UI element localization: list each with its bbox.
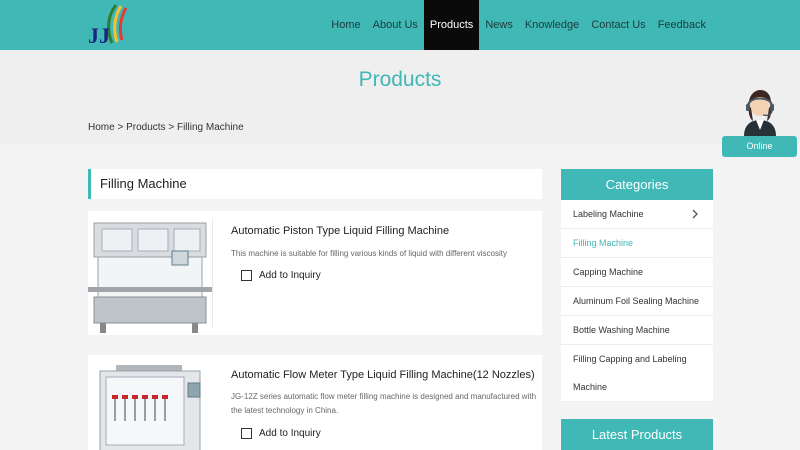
divider — [212, 219, 213, 327]
product-image[interactable] — [88, 211, 212, 335]
nav-home[interactable]: Home — [325, 0, 366, 50]
breadcrumb-separator: > — [117, 122, 124, 133]
nav-news[interactable]: News — [479, 0, 519, 50]
category-item-bottle-washing-machine[interactable]: Bottle Washing Machine — [561, 316, 713, 345]
checkbox-icon[interactable] — [241, 270, 252, 281]
category-label: Filling Machine — [573, 238, 634, 248]
product-description: JG-12Z series automatic flow meter filli… — [231, 392, 537, 415]
breadcrumb-products[interactable]: Products — [126, 122, 165, 133]
support-agent-icon[interactable] — [734, 86, 786, 136]
section-heading: Filling Machine — [88, 169, 542, 199]
add-to-inquiry-label: Add to Inquiry — [259, 428, 321, 439]
category-item-filling-machine[interactable]: Filling Machine — [561, 229, 713, 258]
category-label: Labeling Machine — [573, 209, 644, 219]
add-to-inquiry[interactable]: Add to Inquiry — [241, 270, 321, 281]
checkbox-icon[interactable] — [241, 428, 252, 439]
category-item-filling-capping-labeling[interactable]: Filling Capping and Labeling Machine — [561, 345, 713, 402]
category-label: Bottle Washing Machine — [573, 325, 670, 335]
site-header: JJ Home About Us Products News Knowledge… — [0, 0, 800, 50]
category-label: Aluminum Foil Sealing Machine — [573, 296, 700, 306]
product-description: This machine is suitable for filling var… — [231, 249, 507, 258]
logo-icon[interactable]: JJ — [86, 3, 132, 47]
page-banner: Products Home > Products > Filling Machi… — [0, 50, 800, 144]
category-item-capping-machine[interactable]: Capping Machine — [561, 258, 713, 287]
product-title[interactable]: Automatic Piston Type Liquid Filling Mac… — [231, 225, 449, 237]
breadcrumb: Home > Products > Filling Machine — [88, 122, 244, 133]
breadcrumb-separator: > — [168, 122, 175, 133]
section-title: Filling Machine — [100, 176, 187, 191]
category-item-labeling-machine[interactable]: Labeling Machine — [561, 200, 713, 229]
breadcrumb-current: Filling Machine — [176, 122, 244, 133]
nav-products[interactable]: Products — [423, 0, 480, 50]
categories-heading: Categories — [561, 169, 713, 200]
product-title[interactable]: Automatic Flow Meter Type Liquid Filling… — [231, 369, 535, 381]
product-card: Automatic Flow Meter Type Liquid Filling… — [88, 355, 542, 450]
online-chat-button[interactable]: Online — [722, 136, 797, 157]
svg-text:JJ: JJ — [88, 23, 110, 47]
category-label: Capping Machine — [573, 267, 644, 277]
product-card: Automatic Piston Type Liquid Filling Mac… — [88, 211, 542, 335]
nav-contact-us[interactable]: Contact Us — [585, 0, 651, 50]
add-to-inquiry-label: Add to Inquiry — [259, 270, 321, 281]
category-item-aluminum-foil-sealing-machine[interactable]: Aluminum Foil Sealing Machine — [561, 287, 713, 316]
nav-knowledge[interactable]: Knowledge — [519, 0, 585, 50]
nav-feedback[interactable]: Feedback — [652, 0, 712, 50]
chevron-right-icon[interactable] — [689, 208, 701, 220]
latest-products-heading: Latest Products — [561, 419, 713, 450]
category-label: Filling Capping and Labeling Machine — [573, 354, 687, 392]
main-nav: Home About Us Products News Knowledge Co… — [325, 0, 712, 50]
nav-about-us[interactable]: About Us — [367, 0, 424, 50]
product-image[interactable] — [88, 355, 212, 450]
add-to-inquiry[interactable]: Add to Inquiry — [241, 428, 321, 439]
breadcrumb-home[interactable]: Home — [88, 122, 115, 133]
page-title: Products — [358, 68, 442, 91]
category-list: Labeling Machine Filling Machine Capping… — [561, 200, 713, 402]
